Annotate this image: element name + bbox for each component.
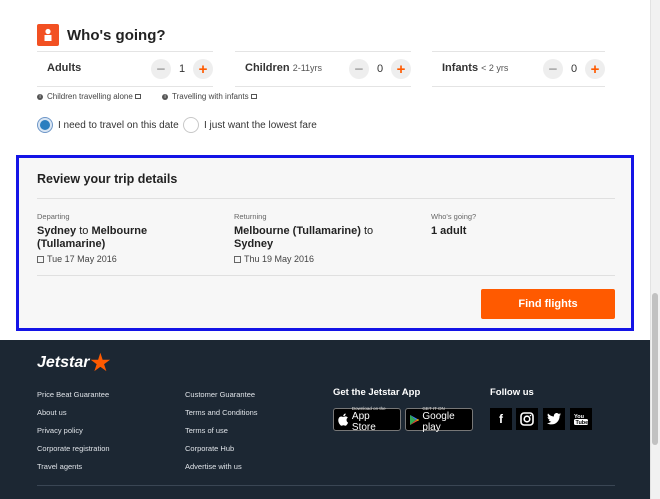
infants-selector: Infants < 2 yrs − 0 +: [432, 51, 605, 87]
whos-going-title: Who's going?: [67, 26, 166, 44]
footer-divider: [37, 485, 615, 486]
children-stepper: − 0 +: [349, 59, 411, 79]
adults-increment-button[interactable]: +: [193, 59, 213, 79]
adults-selector: Adults − 1 +: [37, 51, 213, 87]
star-icon: ★: [90, 350, 111, 375]
adults-label: Adults: [47, 62, 82, 74]
app-store-badge[interactable]: Download on the App Store: [333, 406, 401, 433]
infants-count: 0: [570, 63, 578, 75]
footer-link[interactable]: Price Beat Guarantee: [37, 390, 110, 408]
jetstar-logo[interactable]: Jetstar ★: [37, 352, 110, 374]
adults-count: 1: [178, 63, 186, 75]
footer-links-col2: Customer Guarantee Terms and Conditions …: [185, 390, 258, 480]
instagram-icon[interactable]: [516, 408, 538, 430]
footer-links-col1: Price Beat Guarantee About us Privacy po…: [37, 390, 110, 480]
footer-link[interactable]: Customer Guarantee: [185, 390, 258, 408]
children-label: Children 2-11yrs: [245, 62, 323, 74]
site-footer: Jetstar ★ Price Beat Guarantee About us P…: [0, 340, 650, 499]
footer-link[interactable]: Privacy policy: [37, 426, 110, 444]
external-link-icon: [134, 94, 141, 99]
infants-decrement-button[interactable]: −: [543, 59, 563, 79]
children-count: 0: [376, 63, 384, 75]
footer-link[interactable]: Corporate registration: [37, 444, 110, 462]
footer-link[interactable]: About us: [37, 408, 110, 426]
children-increment-button[interactable]: +: [391, 59, 411, 79]
children-decrement-button[interactable]: −: [349, 59, 369, 79]
info-icon: i: [37, 93, 43, 100]
footer-link[interactable]: Corporate Hub: [185, 444, 258, 462]
youtube-icon[interactable]: You Tube: [570, 408, 592, 430]
google-play-icon: [410, 414, 420, 425]
footer-link[interactable]: Advertise with us: [185, 462, 258, 480]
children-alone-link[interactable]: i Children travelling alone: [37, 92, 141, 101]
infants-increment-button[interactable]: +: [585, 59, 605, 79]
apple-icon: [338, 413, 349, 426]
children-selector: Children 2-11yrs − 0 +: [235, 51, 411, 87]
adults-stepper: − 1 +: [151, 59, 213, 79]
footer-link[interactable]: Travel agents: [37, 462, 110, 480]
svg-text:Tube: Tube: [576, 420, 589, 426]
twitter-icon[interactable]: [543, 408, 565, 430]
facebook-icon[interactable]: f: [490, 408, 512, 430]
radio-lowest-fare[interactable]: I just want the lowest fare: [183, 117, 317, 133]
app-heading: Get the Jetstar App: [333, 387, 421, 398]
google-play-badge[interactable]: GET IT ON Google play: [405, 406, 473, 433]
radio-button-checked[interactable]: [37, 117, 53, 133]
info-icon: i: [162, 93, 168, 100]
footer-link[interactable]: Terms and Conditions: [185, 408, 258, 426]
infants-label: Infants < 2 yrs: [442, 62, 509, 74]
whos-going-header: Who's going?: [37, 24, 166, 46]
infants-stepper: − 0 +: [543, 59, 605, 79]
follow-heading: Follow us: [490, 387, 534, 398]
footer-link[interactable]: Terms of use: [185, 426, 258, 444]
radio-button-unchecked[interactable]: [183, 117, 199, 133]
scrollbar-thumb[interactable]: [652, 293, 658, 445]
travelling-infants-link[interactable]: i Travelling with infants: [162, 92, 257, 101]
person-icon: [37, 24, 59, 46]
external-link-icon: [250, 94, 257, 99]
radio-travel-on-date[interactable]: I need to travel on this date: [37, 117, 179, 133]
adults-decrement-button[interactable]: −: [151, 59, 171, 79]
highlight-frame: [16, 155, 634, 331]
